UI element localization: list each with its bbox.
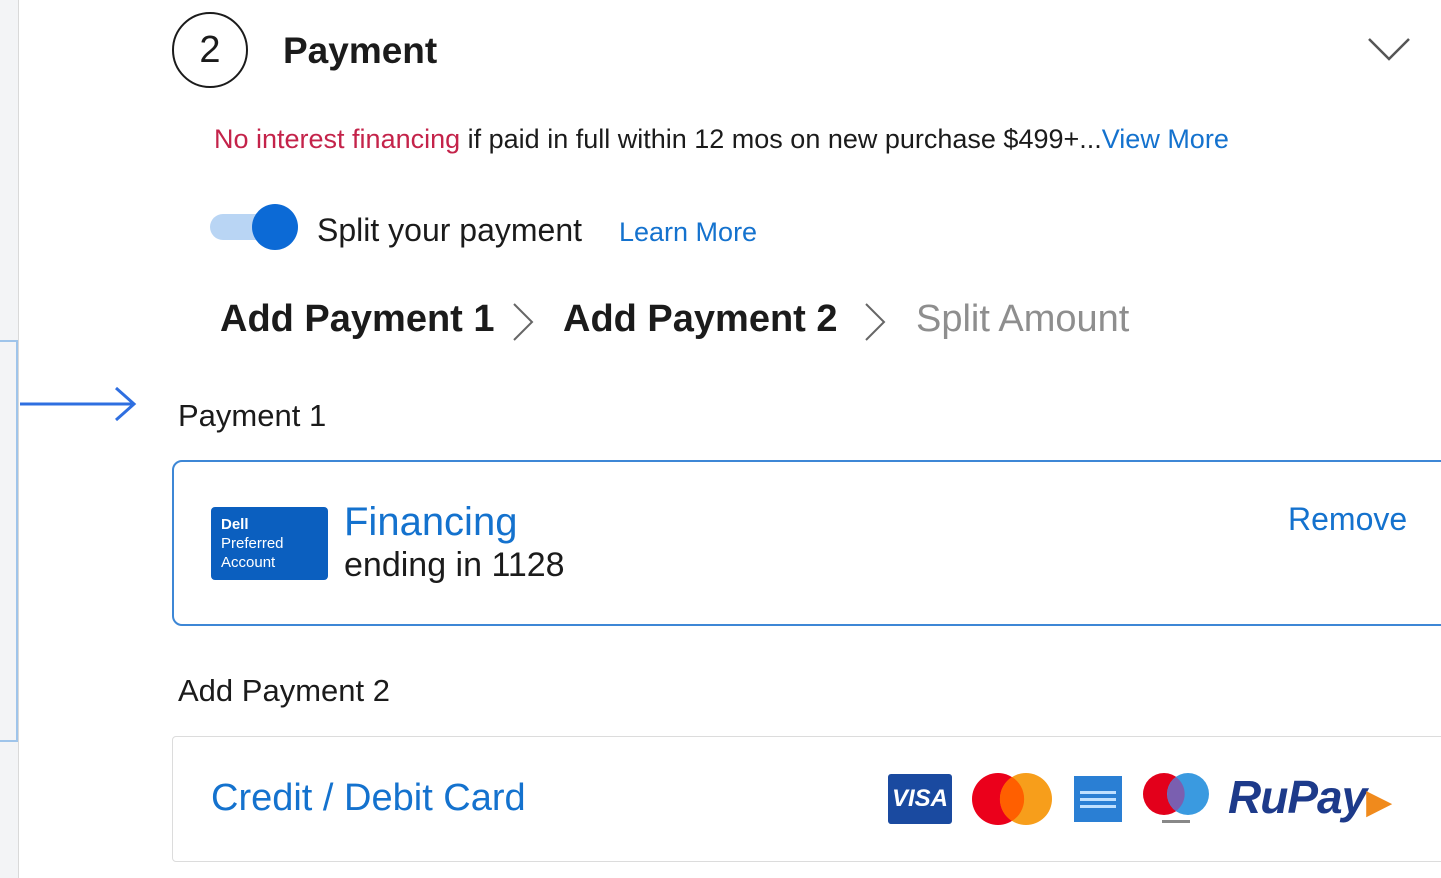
remove-payment-button[interactable]: Remove <box>1288 501 1407 538</box>
step-title: Payment <box>283 30 438 71</box>
amex-logo <box>1074 776 1122 822</box>
logo-line: Preferred <box>221 535 284 552</box>
view-more-link[interactable]: View More <box>1102 124 1229 154</box>
annotation-bracket <box>0 340 18 742</box>
breadcrumb-step-split-amount[interactable]: Split Amount <box>916 298 1129 341</box>
rupay-logo: RuPay▶ <box>1228 770 1392 824</box>
split-payment-toggle[interactable] <box>210 204 298 250</box>
rupay-arrow-icon: ▶ <box>1366 783 1392 821</box>
logo-line: Account <box>221 554 276 571</box>
promo-text: if paid in full within 12 mos on new pur… <box>460 124 1102 154</box>
payment-1-label: Payment 1 <box>178 398 327 433</box>
breadcrumb-step-add-payment-1[interactable]: Add Payment 1 <box>220 298 495 341</box>
financing-promo: No interest financing if paid in full wi… <box>214 124 1229 155</box>
split-payment-label: Split your payment <box>317 212 583 248</box>
logo-line: Dell <box>221 516 249 533</box>
breadcrumb-step-add-payment-2[interactable]: Add Payment 2 <box>563 298 838 341</box>
learn-more-link[interactable]: Learn More <box>619 217 757 248</box>
credit-debit-card-option[interactable]: Credit / Debit Card <box>211 777 526 820</box>
annotation-arrow-icon <box>20 386 137 422</box>
chevron-right-icon <box>865 303 886 341</box>
promo-highlight: No interest financing <box>214 124 461 154</box>
toggle-knob <box>252 204 298 250</box>
chevron-right-icon <box>513 303 534 341</box>
rupay-wordmark: RuPay <box>1228 771 1367 823</box>
payment-method-name: Financing <box>344 500 518 544</box>
chevron-down-icon[interactable] <box>1366 34 1412 64</box>
dell-preferred-account-logo: Dell Preferred Account <box>211 507 328 580</box>
maestro-logo <box>1143 773 1209 823</box>
payment-method-detail: ending in 1128 <box>344 546 565 584</box>
step-number-badge: 2 <box>172 12 248 88</box>
add-payment-2-label: Add Payment 2 <box>178 673 390 708</box>
mastercard-logo <box>972 773 1052 825</box>
visa-logo: VISA <box>888 774 952 824</box>
